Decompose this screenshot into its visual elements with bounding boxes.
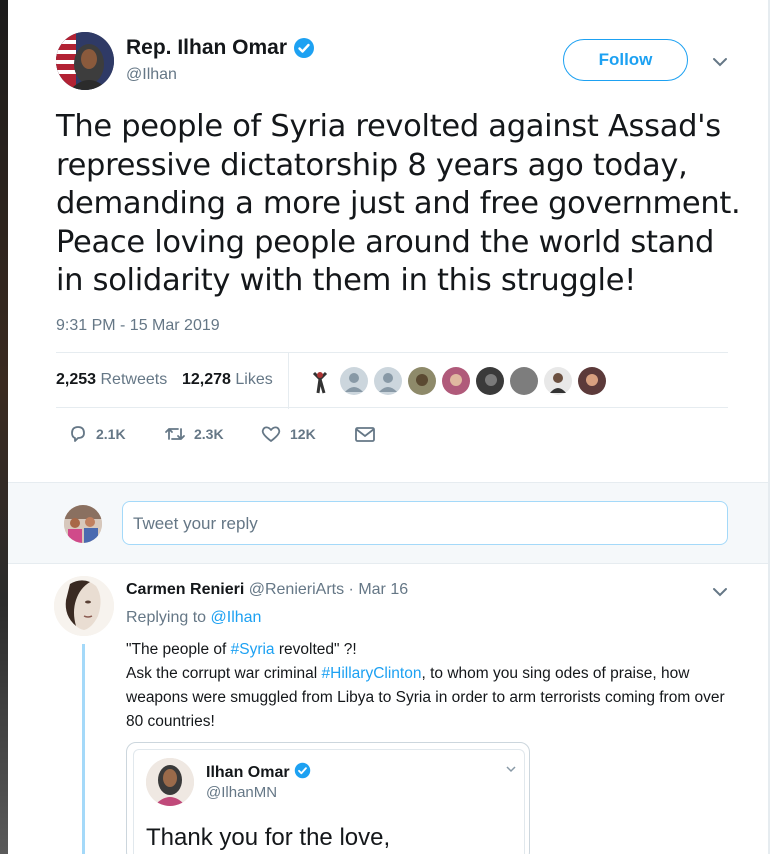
author-display-name[interactable]: Rep. Ilhan Omar [126,36,287,60]
retweets-label: Retweets [100,371,168,388]
background-strip-left [0,0,8,854]
direct-message-icon [354,425,376,443]
replying-to-prefix: Replying to [126,609,207,626]
quoted-author-handle: @IlhanMN [206,784,278,801]
retweets-stat[interactable]: 2,253 Retweets [56,371,167,389]
author-avatar[interactable] [56,32,114,90]
like-heart-icon [260,424,282,444]
reply-date[interactable]: Mar 16 [358,581,408,598]
chevron-down-icon[interactable] [711,56,729,68]
liker-avatar[interactable] [306,367,334,395]
current-user-avatar[interactable] [64,505,102,543]
embedded-screenshot[interactable]: Ilhan Omar @IlhanMN Thank you for the lo… [126,742,530,854]
likes-stat[interactable]: 12,278 Likes [182,371,273,389]
verified-badge-icon [294,762,311,784]
verified-badge-icon [293,37,315,59]
reply-author-name[interactable]: Carmen Renieri [126,581,244,598]
follow-button[interactable]: Follow [563,39,688,81]
main-tweet: Rep. Ilhan Omar @Ilhan Follow The people… [8,0,768,482]
thread-line [82,644,85,854]
direct-message-action[interactable] [354,425,376,443]
likers-avatars [306,367,606,395]
author-handle[interactable]: @Ilhan [126,66,177,84]
reply-header: Carmen Renieri @RenieriArts · Mar 16 [126,581,408,599]
reply-count: 2.1K [96,426,126,442]
stats-divider [288,353,289,409]
reply-separator: · [348,581,354,598]
reply-text-segment: Ask the corrupt war criminal [126,665,322,682]
liker-avatar[interactable] [510,367,538,395]
likes-count: 12,278 [182,371,231,388]
replying-to-link[interactable]: @Ilhan [211,609,262,626]
chevron-down-icon [506,764,516,776]
tweet-actions: 2.1K 2.3K 12K [56,424,376,444]
reply-icon [68,424,88,444]
like-action[interactable]: 12K [260,424,354,444]
author-name-row: Rep. Ilhan Omar [126,36,315,60]
tweet-timestamp[interactable]: 9:31 PM - 15 Mar 2019 [56,317,220,335]
liker-avatar[interactable] [442,367,470,395]
quoted-author-avatar [146,758,194,806]
hashtag-hillaryclinton-link[interactable]: #HillaryClinton [322,665,422,682]
reply-text-segment: revolted" ?! [274,641,357,658]
liker-avatar[interactable] [340,367,368,395]
liker-avatar[interactable] [408,367,436,395]
reply-tweet: Carmen Renieri @RenieriArts · Mar 16 Rep… [8,564,768,854]
reply-author-handle[interactable]: @RenieriArts [249,581,344,598]
hashtag-syria-link[interactable]: #Syria [231,641,275,658]
reply-action[interactable]: 2.1K [68,424,164,444]
quoted-tweet-text: Thank you for the love, [146,824,391,851]
chevron-down-icon[interactable] [711,586,729,598]
like-count: 12K [290,426,316,442]
reply-text-line-1: "The people of #Syria revolted" ?! [126,638,726,662]
quoted-tweet: Ilhan Omar @IlhanMN Thank you for the lo… [133,749,525,854]
liker-avatar[interactable] [578,367,606,395]
tweet-text: The people of Syria revolted against Ass… [56,109,741,298]
liker-avatar[interactable] [544,367,572,395]
reply-author-avatar[interactable] [54,576,114,636]
replying-to: Replying to @Ilhan [126,609,261,627]
retweets-count: 2,253 [56,371,97,388]
retweet-icon [164,424,186,444]
reply-text-line-2: Ask the corrupt war criminal #HillaryCli… [126,662,726,734]
likes-label: Likes [235,371,273,388]
quoted-author-name: Ilhan Omar [206,764,290,781]
liker-avatar[interactable] [476,367,504,395]
liker-avatar[interactable] [374,367,402,395]
reply-text-segment: "The people of [126,641,231,658]
reply-composer: Tweet your reply [8,482,768,564]
reply-input[interactable]: Tweet your reply [122,501,728,545]
retweet-count: 2.3K [194,426,224,442]
retweet-action[interactable]: 2.3K [164,424,260,444]
quoted-name-row: Ilhan Omar [206,762,311,784]
engagement-stats: 2,253 Retweets 12,278 Likes [56,352,728,409]
reply-text: "The people of #Syria revolted" ?! Ask t… [126,638,726,734]
